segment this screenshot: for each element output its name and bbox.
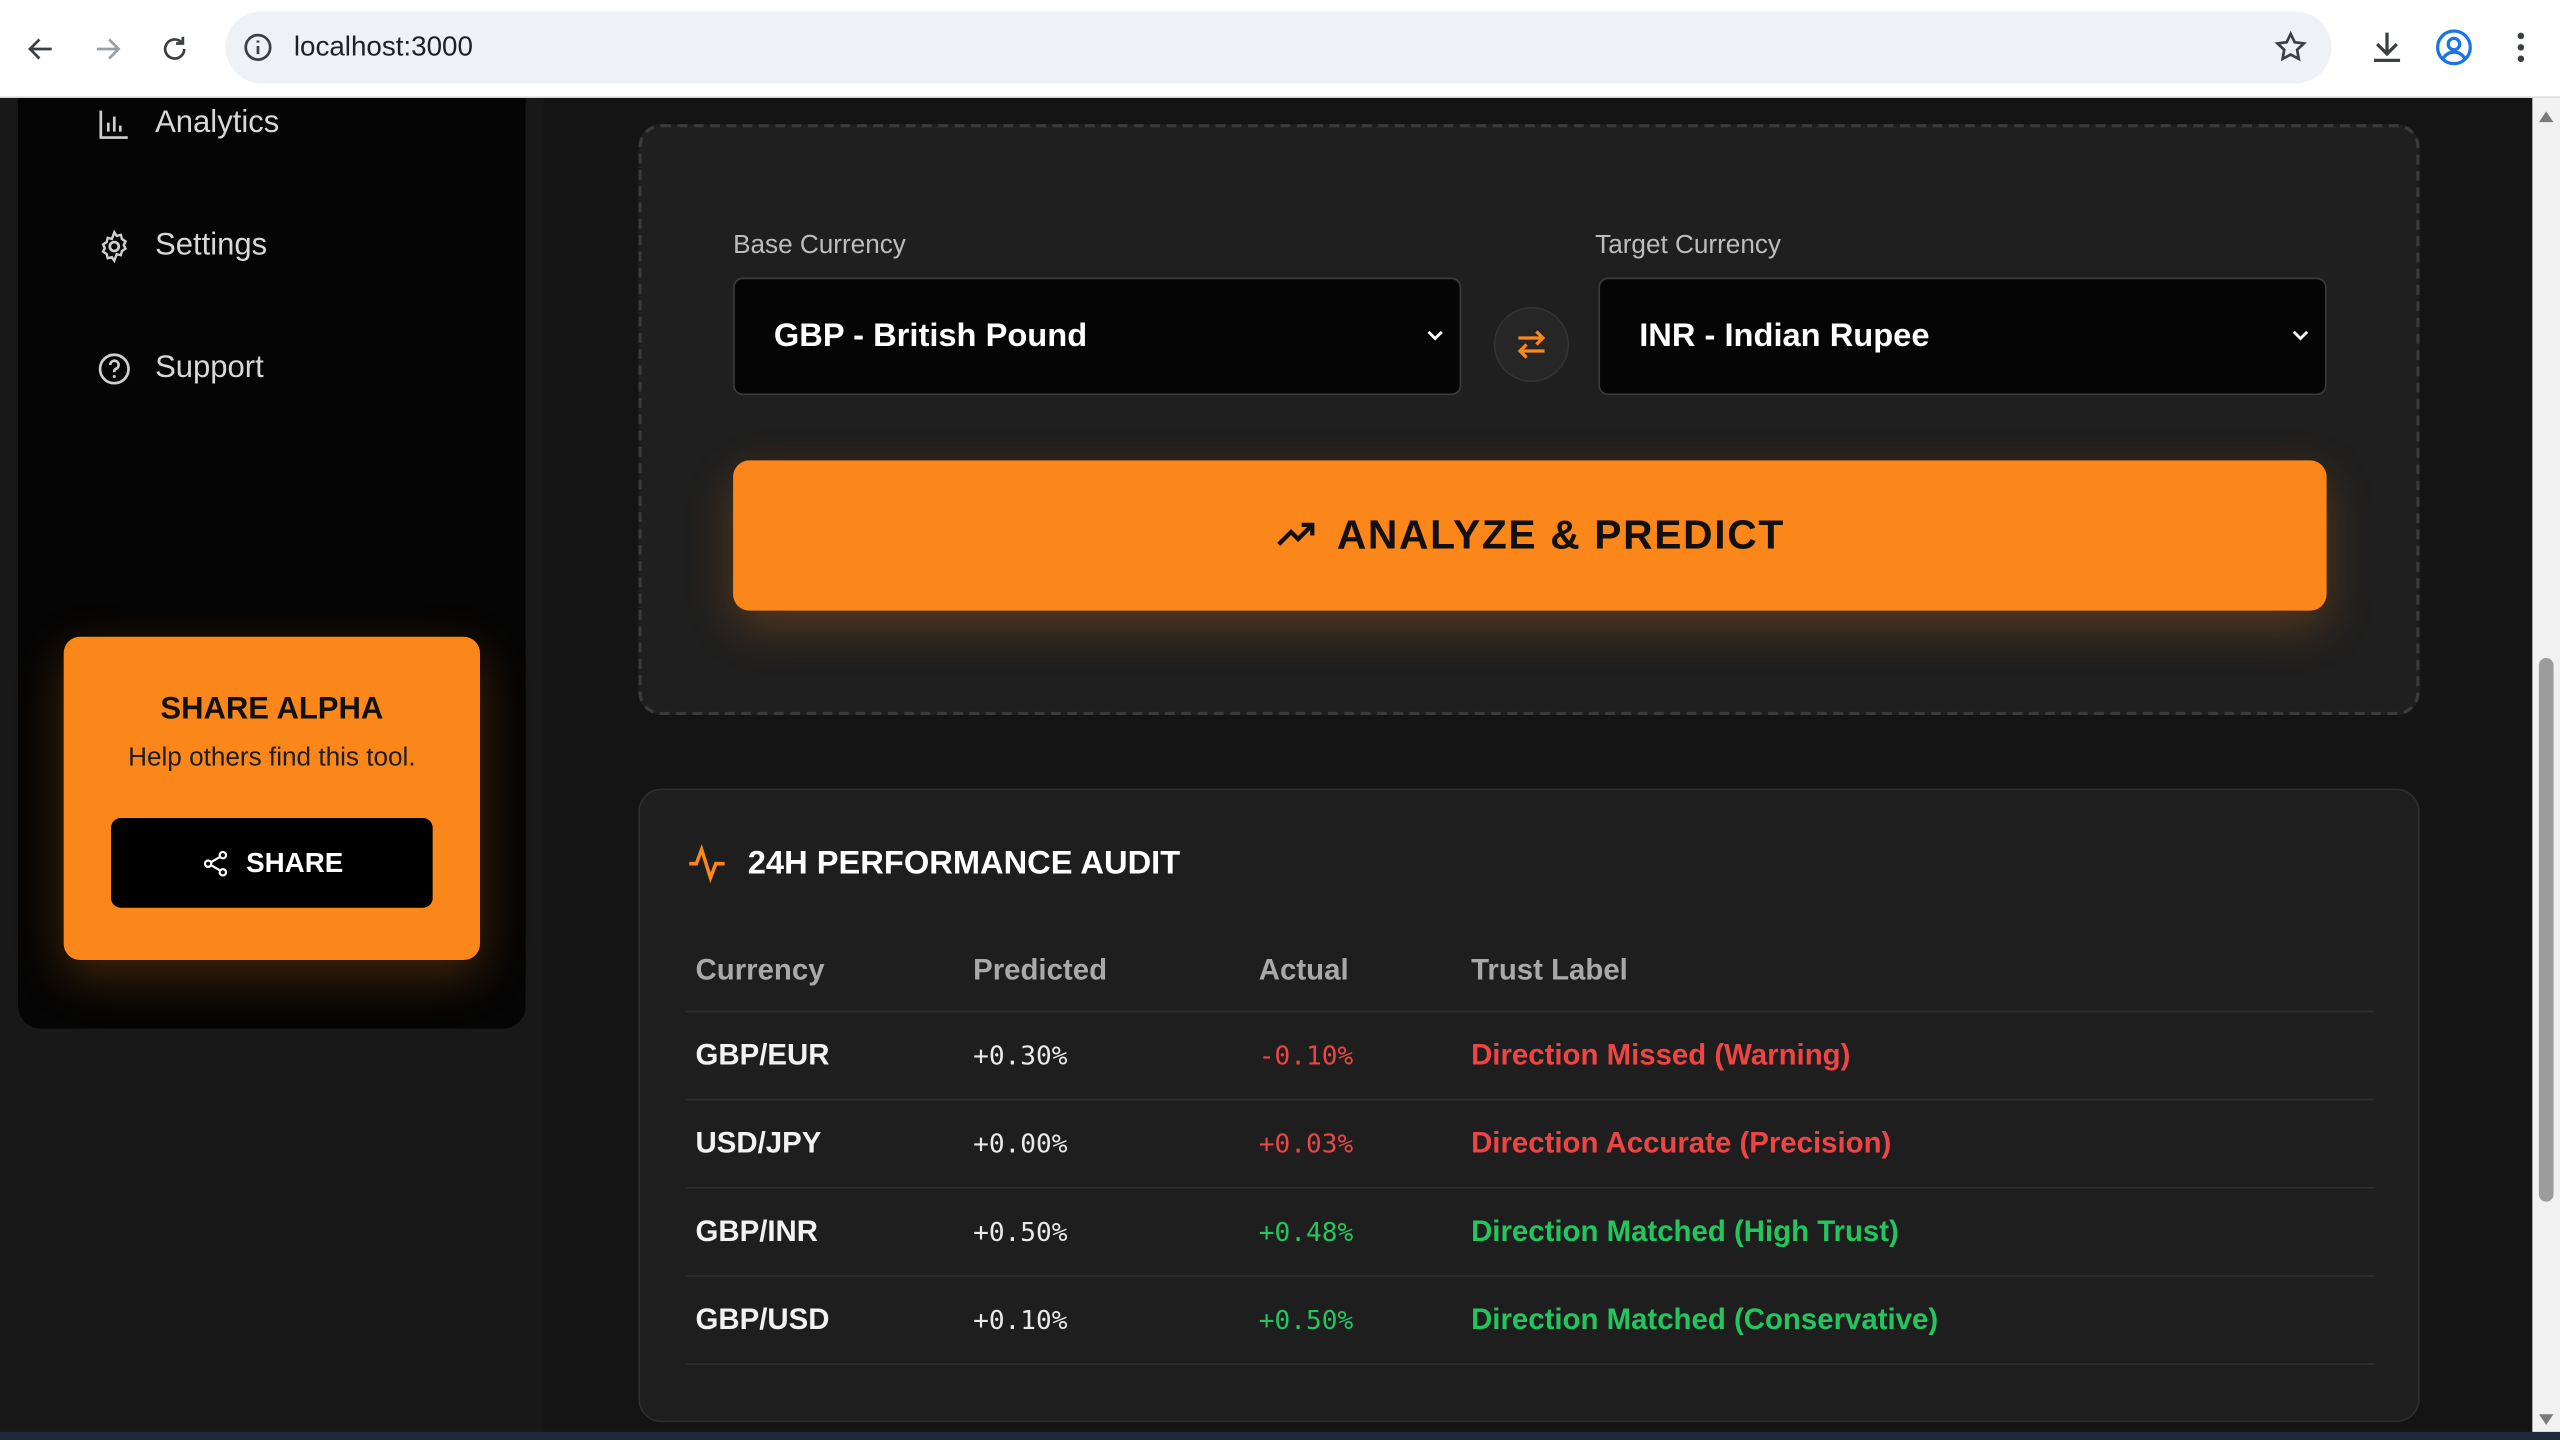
audit-header: 24H PERFORMANCE AUDIT [686, 842, 1180, 884]
chevron-down-icon [2292, 330, 2309, 341]
share-card: SHARE ALPHA Help others find this tool. … [63, 636, 481, 961]
converter-panel: Base Currency GBP - British Pound Target… [638, 124, 2420, 716]
target-currency-value: INR - Indian Rupee [1639, 317, 1930, 354]
profile-icon[interactable] [2433, 26, 2475, 68]
currency-cell: GBP/EUR [695, 1038, 830, 1072]
predicted-cell: +0.00% [973, 1128, 1068, 1160]
bookmark-star-icon[interactable] [2273, 29, 2309, 65]
predicted-cell: +0.30% [973, 1040, 1068, 1072]
trust-label-cell: Direction Matched (Conservative) [1471, 1302, 1939, 1336]
column-header: Actual [1258, 953, 1349, 987]
actual-cell: +0.50% [1258, 1304, 1354, 1336]
trust-label-cell: Direction Accurate (Precision) [1471, 1126, 1892, 1160]
bar-chart-icon [99, 110, 128, 139]
base-currency-value: GBP - British Pound [773, 317, 1088, 354]
sidebar-item-settings[interactable]: Settings [96, 222, 267, 271]
address-bar[interactable]: localhost:3000 [225, 11, 2332, 84]
sidebar-item-support[interactable]: Support [96, 344, 264, 393]
share-icon [203, 850, 227, 876]
share-card-title: SHARE ALPHA [160, 692, 384, 727]
chevron-down-icon [1427, 330, 1443, 341]
screen: localhost:3000 Analytics Settings Suppor… [0, 0, 2560, 1440]
page-scrollbar[interactable] [2532, 97, 2560, 1440]
currency-cell: USD/JPY [695, 1126, 822, 1160]
swap-arrows-icon [1517, 330, 1546, 359]
performance-audit-panel: 24H PERFORMANCE AUDIT Currency Predicted… [638, 788, 2420, 1423]
scrollbar-thumb[interactable] [2538, 657, 2554, 1202]
trust-label-cell: Direction Missed (Warning) [1471, 1038, 1851, 1072]
predicted-cell: +0.10% [973, 1304, 1068, 1336]
reload-icon[interactable] [150, 24, 199, 73]
share-button[interactable]: SHARE [111, 817, 433, 908]
sidebar: Analytics Settings Support SHARE ALPHA H… [17, 97, 526, 1029]
trust-label-cell: Direction Matched (High Trust) [1471, 1214, 1899, 1248]
table-row: USD/JPY +0.00% +0.03% Direction Accurate… [685, 1100, 2374, 1189]
scroll-down-icon[interactable] [2537, 1411, 2555, 1429]
base-currency-select[interactable]: GBP - British Pound [733, 277, 1462, 396]
sidebar-item-label: Support [155, 351, 264, 386]
currency-cell: GBP/INR [695, 1214, 819, 1248]
target-currency-select[interactable]: INR - Indian Rupee [1598, 277, 2327, 396]
table-header: Currency Predicted Actual Trust Label [685, 931, 2374, 1013]
table-row: GBP/USD +0.10% +0.50% Direction Matched … [685, 1277, 2374, 1365]
column-header: Trust Label [1471, 953, 1628, 987]
sidebar-item-label: Analytics [155, 106, 280, 141]
actual-cell: -0.10% [1258, 1040, 1354, 1072]
sidebar-item-label: Settings [155, 228, 268, 263]
currency-cell: GBP/USD [695, 1302, 830, 1336]
actual-cell: +0.03% [1258, 1128, 1354, 1160]
swap-currencies-button[interactable] [1493, 306, 1570, 383]
table-row: GBP/INR +0.50% +0.48% Direction Matched … [685, 1189, 2374, 1277]
gear-icon [101, 229, 128, 264]
target-currency-label: Target Currency [1595, 231, 1781, 260]
site-info-icon[interactable] [242, 31, 275, 64]
taskbar-edge [0, 1431, 2560, 1440]
browser-toolbar: localhost:3000 [0, 0, 2560, 98]
share-button-label: SHARE [246, 846, 344, 878]
activity-pulse-icon [689, 844, 725, 884]
column-header: Predicted [973, 953, 1108, 987]
analyze-predict-button[interactable]: ANALYZE & PREDICT [733, 460, 2327, 611]
audit-table: Currency Predicted Actual Trust Label GB… [685, 931, 2374, 1365]
help-circle-icon [98, 353, 130, 385]
audit-title: 24H PERFORMANCE AUDIT [747, 844, 1181, 881]
actual-cell: +0.48% [1258, 1216, 1354, 1248]
more-menu-icon[interactable] [2500, 26, 2542, 68]
main-content: Base Currency GBP - British Pound Target… [543, 97, 2533, 1440]
share-card-subtitle: Help others find this tool. [128, 744, 416, 773]
sidebar-item-analytics[interactable]: Analytics [96, 100, 279, 149]
url-text[interactable]: localhost:3000 [294, 31, 473, 64]
download-icon[interactable] [2366, 26, 2408, 68]
analyze-predict-label: ANALYZE & PREDICT [1336, 511, 1785, 558]
scroll-up-icon[interactable] [2537, 108, 2555, 126]
trending-up-icon [1276, 522, 1315, 546]
table-row: GBP/EUR +0.30% -0.10% Direction Missed (… [685, 1012, 2374, 1101]
forward-icon[interactable] [83, 24, 132, 73]
column-header: Currency [695, 953, 825, 987]
base-currency-label: Base Currency [733, 231, 906, 260]
predicted-cell: +0.50% [973, 1216, 1068, 1248]
back-icon[interactable] [16, 24, 65, 73]
